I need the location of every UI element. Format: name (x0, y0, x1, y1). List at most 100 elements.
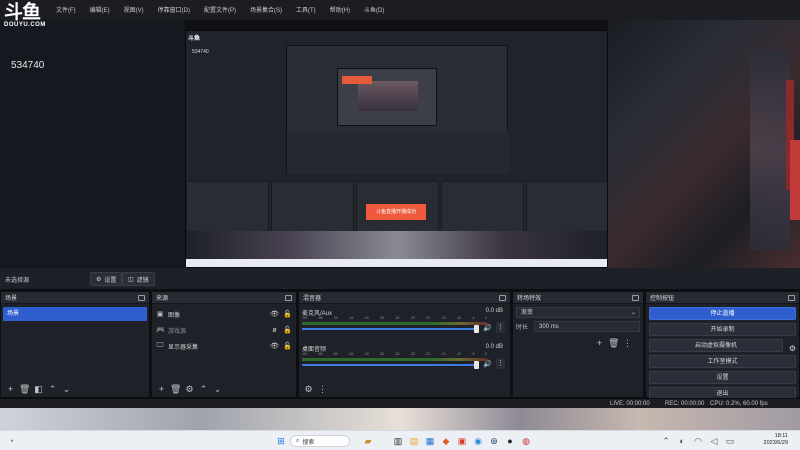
app2-icon[interactable]: ▣ (456, 435, 468, 447)
preview-logo: 斗鱼 (188, 36, 201, 42)
transitions-title: 转场特效 (517, 296, 542, 302)
add-icon[interactable]: + (156, 384, 167, 395)
douyu-app-icon[interactable]: ◆ (440, 435, 452, 447)
virtual-camera-button[interactable]: 启动虚拟摄像机 (649, 339, 783, 352)
douyu-logo: 斗鱼 DOUYU.COM (4, 2, 54, 38)
settings-button[interactable]: 设置 (649, 371, 796, 384)
menu-tools[interactable]: 工具(T) (296, 5, 316, 14)
taskbar-search[interactable]: ⌕ 搜索 (290, 435, 350, 447)
trash-icon[interactable]: 🗑 (608, 338, 619, 349)
menu-view[interactable]: 视图(V) (124, 5, 144, 14)
add-icon[interactable]: + (5, 384, 16, 395)
scenes-footer: + 🗑 ◧ ⌃ ⌄ (1, 381, 149, 397)
volume-knob[interactable] (474, 325, 479, 333)
volume-knob[interactable] (474, 361, 479, 369)
arrow-down-icon[interactable]: ⌄ (212, 384, 223, 395)
sources-footer: + 🗑 ⚙ ⌃ ⌄ (152, 381, 296, 397)
duration-input[interactable]: 300 ms (534, 321, 640, 332)
tray-icon[interactable]: ◐ (676, 435, 688, 447)
start-recording-button[interactable]: 开始录制 (649, 323, 796, 336)
volume-slider[interactable] (302, 328, 474, 330)
transitions-footer: + 🗑 ⋮ (513, 335, 643, 351)
volume-icon[interactable]: ◁ (708, 435, 720, 447)
viewer-count: 534740 (11, 60, 45, 71)
art-red-stripe-2 (790, 140, 800, 220)
more-icon[interactable]: ⋮ (496, 358, 505, 369)
task-view-icon[interactable]: ▥ (392, 435, 404, 447)
pv-panel (441, 181, 524, 236)
rec-status: REC: 00:00:00 (665, 401, 705, 407)
arrow-up-icon[interactable]: ⌃ (47, 384, 58, 395)
trash-icon[interactable]: 🗑 (170, 384, 181, 395)
undock-icon[interactable] (285, 294, 292, 301)
more-icon[interactable]: ⋮ (496, 322, 505, 333)
source-item[interactable]: 🖵 显示器采集 👁 🔓 (152, 340, 296, 352)
arrow-down-icon[interactable]: ⌄ (61, 384, 72, 395)
edge-icon[interactable]: ◉ (472, 435, 484, 447)
undock-icon[interactable] (632, 294, 639, 301)
chevron-up-icon[interactable]: ⌃ (660, 435, 672, 447)
source-item[interactable]: ▣ 图像 👁 🔓 (152, 308, 296, 320)
left-canvas-area: 534740 (0, 20, 185, 268)
undock-icon[interactable] (138, 294, 145, 301)
properties-button[interactable]: ⚙ 设置 (90, 272, 123, 286)
filters-button[interactable]: ◫ 滤镜 (122, 272, 155, 286)
speaker-icon[interactable]: 🔊 (483, 360, 492, 368)
folder-icon[interactable]: ▤ (408, 435, 420, 447)
stop-streaming-button[interactable]: 停止直播 (649, 307, 796, 320)
studio-mode-button[interactable]: 工作室模式 (649, 355, 796, 368)
obs-icon[interactable]: ● (504, 435, 516, 447)
menu-scene-collection[interactable]: 场景集合(S) (250, 5, 282, 14)
add-icon[interactable]: + (594, 338, 605, 349)
controls-title: 控制按钮 (650, 296, 675, 302)
menu-items: 文件(F) 编辑(E) 视图(V) 停靠窗口(D) 配置文件(P) 场景集合(S… (56, 5, 384, 14)
undock-icon[interactable] (788, 294, 795, 301)
lock-icon[interactable]: 🔓 (283, 342, 292, 350)
battery-icon[interactable]: ▭ (724, 435, 736, 447)
source-item[interactable]: 🎮 游戏源 ø 🔓 (152, 324, 296, 336)
monitor-icon: 🖵 (156, 342, 164, 349)
menu-bar: 文件(F) 编辑(E) 视图(V) 停靠窗口(D) 配置文件(P) 场景集合(S… (0, 0, 800, 20)
arrow-up-icon[interactable]: ⌃ (198, 384, 209, 395)
gear-icon[interactable]: ⚙ (184, 384, 195, 395)
pv-panel (186, 181, 269, 236)
steam-icon[interactable]: ⊛ (488, 435, 500, 447)
stream-preview[interactable]: 斗鱼 534740 斗鱼直播开播成功 (185, 30, 608, 268)
more-icon[interactable]: ⋮ (622, 338, 633, 349)
gear-icon[interactable]: ⚙ (789, 344, 796, 353)
speaker-icon[interactable]: 🔊 (483, 324, 492, 332)
store-icon[interactable]: ▦ (424, 435, 436, 447)
lock-icon[interactable]: 🔓 (283, 326, 292, 334)
mixer-title: 混音器 (303, 296, 322, 302)
eye-icon[interactable]: 👁 (270, 310, 279, 318)
menu-douyu[interactable]: 斗鱼(D) (364, 5, 384, 14)
eye-hidden-icon[interactable]: ø (270, 327, 279, 334)
desktop-wallpaper (0, 408, 800, 430)
widgets-icon[interactable]: ◔ (5, 435, 17, 447)
app3-icon[interactable]: ◍ (520, 435, 532, 447)
volume-slider[interactable] (302, 364, 474, 366)
menu-help[interactable]: 帮助(H) (330, 5, 350, 14)
filter-icon[interactable]: ◧ (33, 384, 44, 395)
image-icon: ▣ (156, 311, 164, 318)
start-icon[interactable]: ⊞ (275, 435, 287, 447)
pv-panel (271, 181, 354, 236)
taskbar-clock[interactable]: 18:11 2023/6/29 (764, 433, 788, 447)
duration-label: 时长 (516, 325, 529, 331)
menu-edit[interactable]: 编辑(E) (90, 5, 110, 14)
eye-icon[interactable]: 👁 (270, 342, 279, 350)
mixer-header: 混音器 (299, 292, 510, 304)
scene-item[interactable]: 场景 (3, 307, 147, 321)
menu-docks[interactable]: 停靠窗口(D) (158, 5, 190, 14)
trash-icon[interactable]: 🗑 (19, 384, 30, 395)
menu-file[interactable]: 文件(F) (56, 5, 76, 14)
clock-date: 2023/6/29 (763, 440, 788, 446)
transition-select[interactable]: 渐变 ⌄ (516, 307, 640, 318)
more-icon[interactable]: ⋮ (317, 384, 328, 395)
lock-icon[interactable]: 🔓 (283, 310, 292, 318)
wifi-icon[interactable]: ◠ (692, 435, 704, 447)
menu-profile[interactable]: 配置文件(P) (204, 5, 236, 14)
gear-icon[interactable]: ⚙ (303, 384, 314, 395)
undock-icon[interactable] (499, 294, 506, 301)
app-icon[interactable]: ▰ (362, 435, 374, 447)
